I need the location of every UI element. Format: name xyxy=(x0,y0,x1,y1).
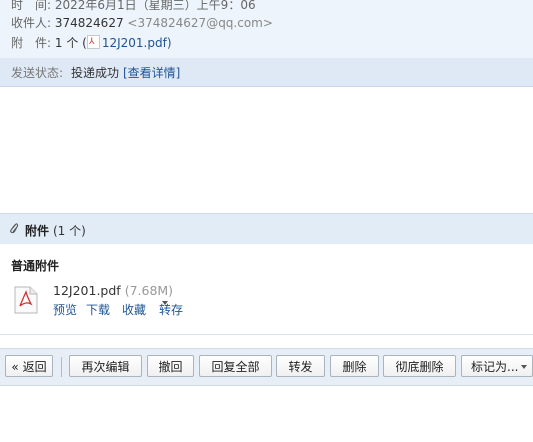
favorite-link[interactable]: 收藏 xyxy=(122,301,146,318)
recipient-label: 收件人: xyxy=(11,16,52,30)
attachment-file-line: 12J201.pdf (7.68M) xyxy=(53,283,173,298)
send-status-value: 投递成功 xyxy=(71,66,120,80)
back-button[interactable]: « 返回 xyxy=(5,355,53,377)
attachments-bar: 附件 (1 个) xyxy=(0,213,533,244)
toolbar-divider xyxy=(61,357,62,377)
download-link[interactable]: 下载 xyxy=(86,301,110,318)
view-details-link[interactable]: [查看详情] xyxy=(123,64,180,81)
attachment-close-paren: ) xyxy=(166,36,172,50)
divider xyxy=(0,334,533,335)
attachment-file-name[interactable]: 12J201.pdf xyxy=(53,283,121,298)
send-status-label: 发送状态: xyxy=(11,66,64,80)
send-status-bar: 发送状态: 投递成功 [查看详情] xyxy=(0,58,533,87)
attachment-label: 附 件: xyxy=(11,36,52,50)
paperclip-icon xyxy=(10,223,18,234)
chevron-down-icon xyxy=(521,365,528,369)
recall-button[interactable]: 撤回 xyxy=(147,355,194,377)
attachment-row: 附 件: 1 个 ( 12J201.pdf) xyxy=(11,33,172,52)
attachment-file-size: (7.68M) xyxy=(124,283,174,298)
reply-all-button[interactable]: 回复全部 xyxy=(199,355,272,377)
time-value: 2022年6月1日（星期三）上午9：06 xyxy=(54,0,256,12)
recipient-name[interactable]: 374824627 xyxy=(55,16,124,30)
pdf-icon xyxy=(86,33,100,51)
delete-permanently-button[interactable]: 彻底删除 xyxy=(383,355,456,377)
edit-again-button[interactable]: 再次编辑 xyxy=(69,355,142,377)
attachments-title: 附件 xyxy=(25,224,50,238)
attachment-link[interactable]: 12J201.pdf xyxy=(102,36,167,50)
mail-toolbar: « 返回 再次编辑 撤回 回复全部 转发 删除 彻底删除 标记为... xyxy=(0,348,533,386)
attachments-count: (1 个) xyxy=(53,224,86,238)
mail-header: 时 间: 2022年6月1日（星期三）上午9：06 收件人: 374824627… xyxy=(0,0,533,58)
mark-as-button[interactable]: 标记为... xyxy=(461,355,533,377)
attachment-count: 1 个 ( xyxy=(54,36,87,50)
time-row: 时 间: 2022年6月1日（星期三）上午9：06 xyxy=(11,0,256,14)
normal-attachments-title: 普通附件 xyxy=(11,259,60,273)
recipient-row: 收件人: 374824627 <374824627@qq.com> xyxy=(11,14,273,32)
forward-button[interactable]: 转发 xyxy=(276,355,325,377)
delete-button[interactable]: 删除 xyxy=(330,355,379,377)
preview-link[interactable]: 预览 xyxy=(53,301,77,318)
recipient-address: <374824627@qq.com> xyxy=(127,16,273,30)
chevron-down-icon xyxy=(162,301,168,305)
mark-as-label: 标记为... xyxy=(471,360,519,374)
pdf-file-icon[interactable] xyxy=(14,286,38,314)
time-label: 时 间: xyxy=(11,0,52,12)
